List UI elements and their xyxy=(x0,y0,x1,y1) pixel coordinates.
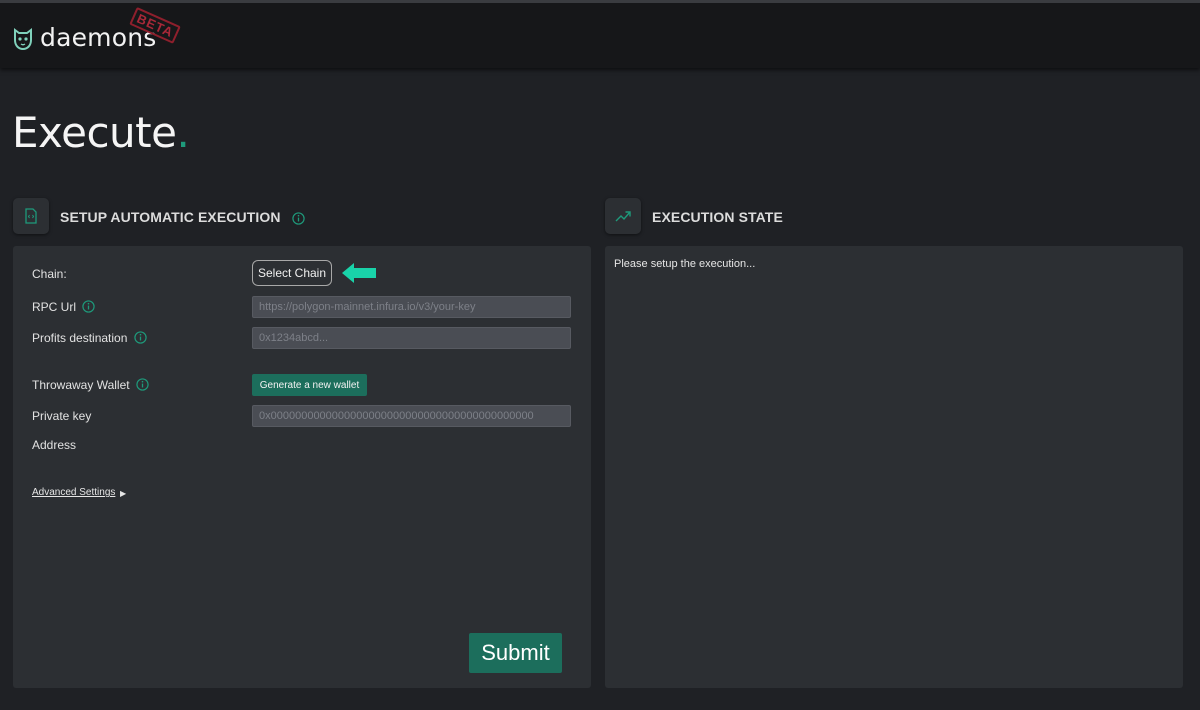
page-title-dot: . xyxy=(176,108,190,157)
throwaway-wallet-label: Throwaway Wallet xyxy=(32,378,149,392)
rpc-url-input[interactable] xyxy=(252,296,571,318)
setup-section-title: SETUP AUTOMATIC EXECUTION xyxy=(60,209,305,225)
profits-destination-label-text: Profits destination xyxy=(32,331,128,345)
top-bar: daemons BETA xyxy=(0,0,1200,68)
daemons-logo-icon[interactable] xyxy=(12,27,34,51)
setup-section-icon-box xyxy=(13,198,49,234)
page-title-text: Execute xyxy=(12,108,177,157)
pointer-arrow-icon xyxy=(342,263,376,283)
chain-label: Chain: xyxy=(32,267,67,281)
private-key-label: Private key xyxy=(32,409,92,423)
execution-state-panel xyxy=(605,246,1183,688)
profits-destination-input[interactable] xyxy=(252,327,571,349)
submit-button[interactable]: Submit xyxy=(469,633,562,673)
state-section-title: EXECUTION STATE xyxy=(652,209,783,225)
select-chain-button[interactable]: Select Chain xyxy=(252,260,332,286)
rpc-url-label: RPC Url xyxy=(32,300,96,314)
generate-wallet-button[interactable]: Generate a new wallet xyxy=(252,374,367,396)
private-key-input[interactable] xyxy=(252,405,571,427)
profits-info-icon[interactable] xyxy=(134,331,147,345)
profits-destination-label: Profits destination xyxy=(32,331,147,345)
setup-section-heading: SETUP AUTOMATIC EXECUTION xyxy=(60,209,281,225)
wallet-info-icon[interactable] xyxy=(136,378,149,392)
state-section-icon-box xyxy=(605,198,641,234)
throwaway-wallet-label-text: Throwaway Wallet xyxy=(32,378,130,392)
rpc-info-icon[interactable] xyxy=(82,300,96,314)
page-title: Execute. xyxy=(12,108,190,157)
trending-up-icon xyxy=(615,211,631,222)
execution-state-message: Please setup the execution... xyxy=(614,258,756,270)
address-label: Address xyxy=(32,438,77,452)
advanced-settings-link[interactable]: Advanced Settings xyxy=(32,487,115,498)
setup-info-icon[interactable] xyxy=(291,212,305,225)
advanced-settings-caret-icon[interactable]: ▶ xyxy=(120,489,126,498)
rpc-url-label-text: RPC Url xyxy=(32,300,76,314)
document-icon xyxy=(25,208,37,224)
